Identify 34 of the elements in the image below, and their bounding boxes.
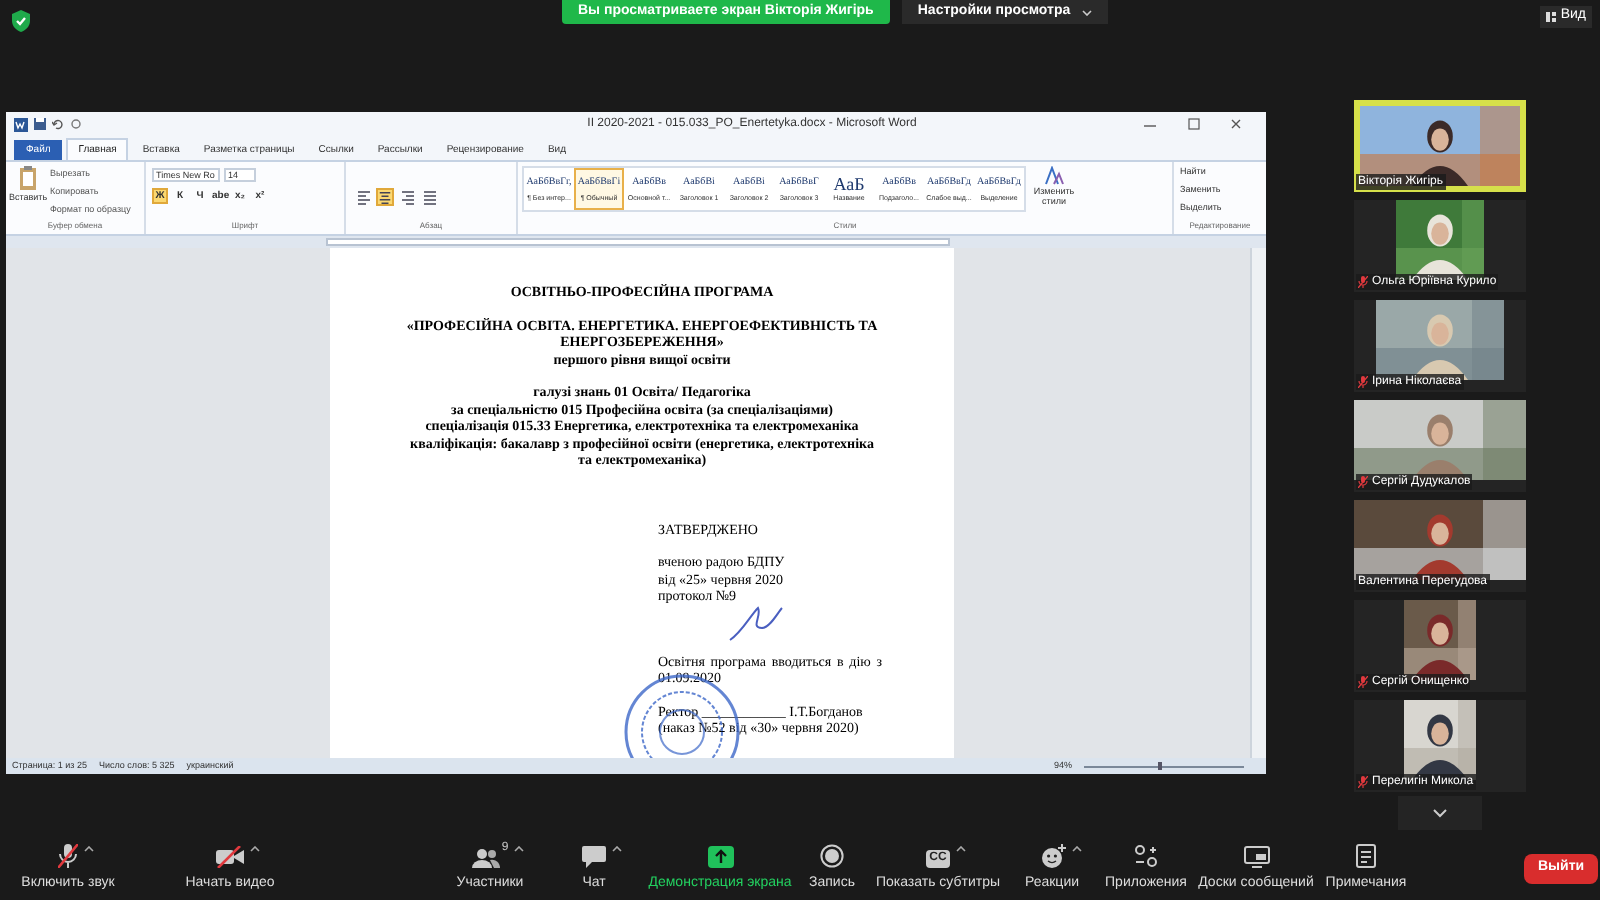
maximize-icon[interactable]	[1188, 118, 1200, 130]
align-button[interactable]	[376, 188, 394, 206]
undo-icon[interactable]	[52, 118, 64, 130]
chevron-down-icon	[1432, 808, 1448, 818]
zoom-slider[interactable]	[1084, 762, 1244, 770]
word-logo-icon[interactable]	[14, 117, 28, 131]
caret-up-icon[interactable]	[612, 845, 622, 852]
align-button[interactable]	[420, 188, 438, 206]
muted-camera-icon	[216, 845, 244, 868]
scroll-bar[interactable]	[1250, 248, 1266, 758]
caret-up-icon[interactable]	[956, 845, 967, 852]
slider-thumb[interactable]	[1157, 762, 1162, 770]
close-icon[interactable]	[1230, 118, 1242, 130]
note-icon	[1356, 843, 1376, 868]
apps-icon	[1134, 843, 1158, 868]
caret-up-icon[interactable]	[1071, 845, 1081, 852]
chat-bubble-icon	[582, 845, 606, 868]
clipboard-icon	[18, 166, 38, 190]
align-button[interactable]	[398, 188, 416, 206]
caret-up-icon[interactable]	[514, 845, 525, 852]
shield-icon	[12, 10, 30, 32]
share-screen-icon	[707, 845, 733, 868]
align-button[interactable]	[354, 188, 372, 206]
caret-up-icon[interactable]	[250, 845, 260, 852]
smiley-plus-icon	[1039, 843, 1065, 868]
grid-icon	[1546, 12, 1557, 22]
save-icon[interactable]	[34, 118, 46, 130]
chevron-down-icon	[1082, 9, 1093, 15]
letters-icon	[1044, 166, 1064, 186]
caret-up-icon[interactable]	[84, 845, 94, 852]
monitor-icon	[1243, 845, 1269, 868]
people-icon	[471, 847, 500, 868]
muted-mic-icon	[58, 843, 78, 868]
record-icon	[820, 843, 844, 868]
